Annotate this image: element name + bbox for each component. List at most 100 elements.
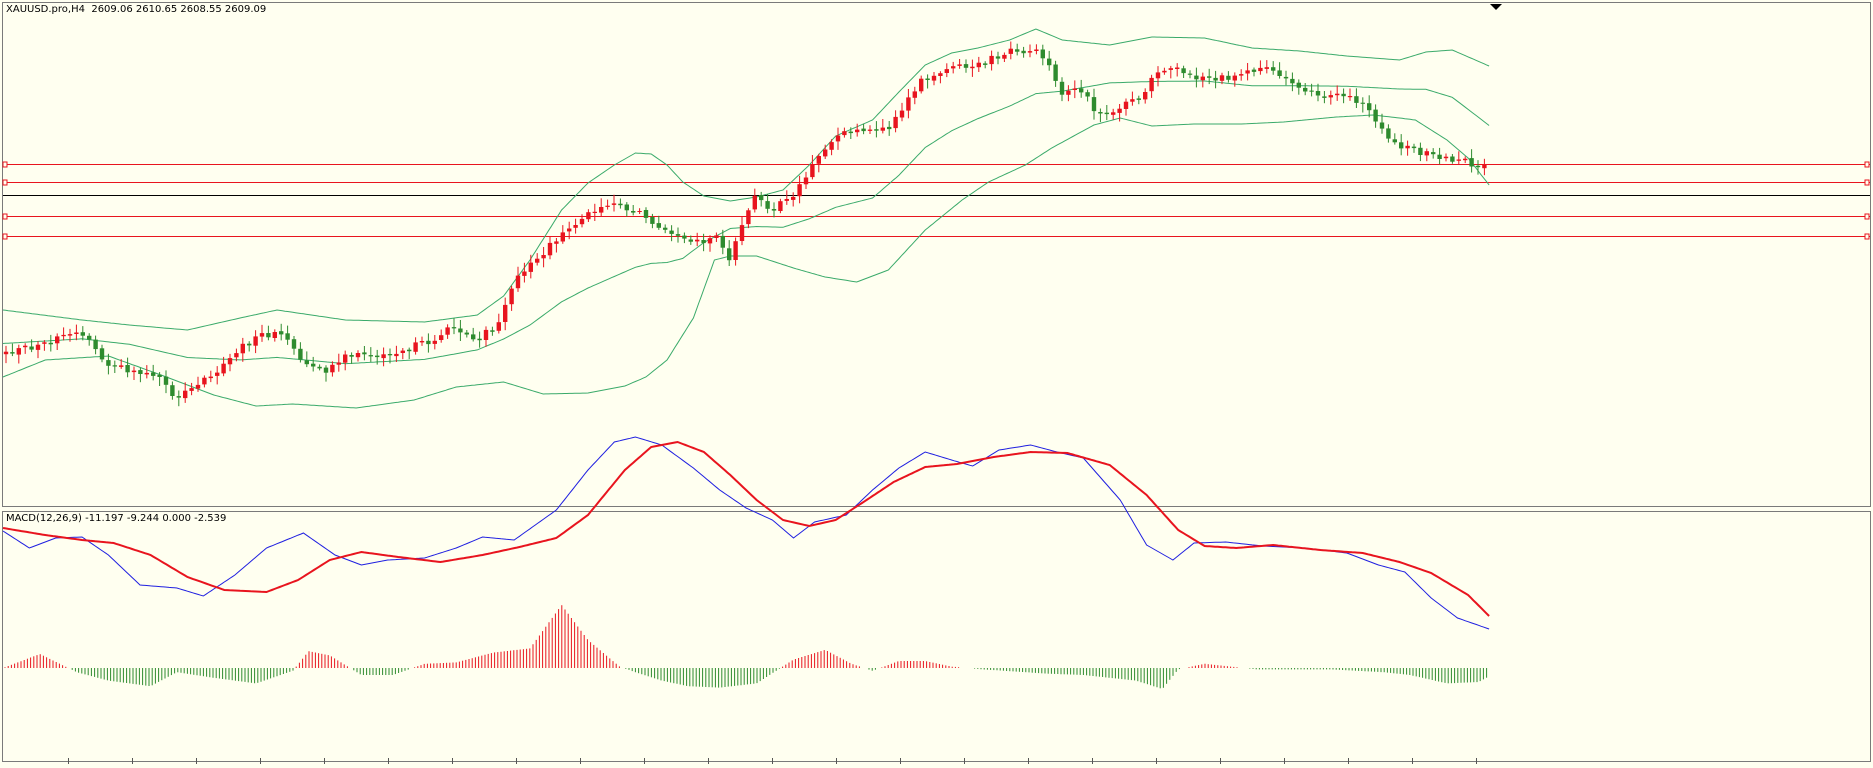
candle-bearish	[848, 131, 853, 134]
candle-bullish	[816, 156, 821, 164]
candle-bullish	[919, 78, 924, 92]
candle-bullish	[400, 350, 405, 353]
candle-bullish	[899, 110, 905, 118]
candle-bullish	[1456, 159, 1461, 161]
candle-bearish	[1322, 96, 1327, 98]
candle-bearish	[1091, 97, 1097, 112]
candle-bearish	[125, 365, 130, 373]
candle-bearish	[477, 338, 482, 341]
candle-bullish	[823, 149, 828, 157]
candle-bearish	[451, 327, 457, 329]
candle-bearish	[163, 376, 169, 385]
candle-bullish	[1066, 90, 1071, 95]
candle-bullish	[74, 332, 79, 334]
candle-bearish	[1251, 69, 1257, 72]
candle-bullish	[1405, 145, 1410, 149]
candle-bearish	[458, 328, 463, 333]
candle-bearish	[631, 211, 636, 213]
chart-canvas	[2, 2, 1871, 764]
candle-bearish	[1021, 50, 1026, 54]
candle-bullish	[221, 363, 226, 374]
candle-bullish	[599, 207, 604, 213]
candle-bearish	[1392, 139, 1397, 143]
candle-bearish	[170, 385, 175, 396]
candle-bearish	[176, 396, 181, 398]
candle-bearish	[861, 128, 866, 132]
candle-bullish	[797, 184, 802, 197]
candle-bullish	[1328, 95, 1333, 98]
candle-bearish	[675, 234, 681, 236]
candle-bullish	[23, 345, 28, 348]
candle-bearish	[1303, 87, 1308, 92]
candle-bullish	[1232, 75, 1237, 81]
candle-bearish	[1386, 128, 1391, 139]
candle-bullish	[131, 370, 137, 373]
candle-bearish	[727, 248, 732, 261]
candle-bearish	[663, 227, 668, 230]
candle-bearish	[618, 203, 623, 206]
candle-bullish	[579, 218, 585, 225]
price-panel-label: XAUUSD.pro,H4 2609.06 2610.65 2608.55 26…	[6, 4, 267, 15]
candle-bullish	[483, 329, 489, 340]
candle-bearish	[688, 239, 693, 242]
candle-bearish	[1283, 76, 1289, 79]
macd-lines	[2, 436, 1490, 630]
candle-bearish	[1411, 146, 1417, 149]
candle-bearish	[771, 209, 777, 211]
chart-window: XAUUSD.pro,H4 2609.06 2610.65 2608.55 26…	[0, 0, 1873, 764]
macd-panel[interactable]	[2, 511, 1871, 762]
candle-bearish	[48, 342, 53, 345]
candle-bullish	[541, 255, 546, 259]
candle-bullish	[970, 66, 975, 69]
candle-bearish	[112, 365, 117, 367]
candle-bullish	[119, 365, 124, 367]
candle-bullish	[586, 212, 591, 220]
level-line-handle-left	[2, 161, 8, 168]
candle-bullish	[976, 62, 981, 68]
candle-bullish	[336, 362, 341, 365]
candle-bullish	[1034, 49, 1039, 51]
candle-bullish	[445, 327, 450, 335]
candle-bearish	[1213, 77, 1218, 81]
candle-bullish	[515, 275, 521, 289]
candle-bearish	[1104, 112, 1109, 115]
candle-bullish	[1162, 70, 1167, 73]
candle-bearish	[407, 349, 412, 352]
level-line-handle-right	[1864, 213, 1870, 220]
candle-bullish	[554, 241, 559, 244]
candle-bullish	[61, 334, 66, 337]
candle-bullish	[906, 97, 911, 111]
candle-bearish	[1098, 112, 1103, 114]
candle-bearish	[624, 204, 629, 211]
candle-bearish	[1085, 92, 1090, 97]
candle-bearish	[99, 348, 105, 360]
candle-bearish	[701, 240, 706, 244]
candle-bearish	[1469, 158, 1474, 167]
candle-bullish	[535, 258, 540, 263]
candle-bearish	[387, 354, 393, 356]
shift-marker-icon[interactable]	[1490, 4, 1502, 10]
level-line-handle-left	[2, 233, 8, 240]
candle-bearish	[1271, 67, 1276, 71]
candle-bullish	[752, 195, 757, 210]
candle-bearish	[1194, 75, 1199, 80]
candle-bearish	[1379, 122, 1385, 129]
candle-bullish	[55, 336, 60, 344]
candle-bullish	[778, 201, 783, 211]
candle-bullish	[829, 142, 834, 150]
candle-bearish	[983, 63, 988, 65]
candle-bearish	[1277, 70, 1282, 76]
candle-bullish	[1219, 75, 1225, 81]
candle-bearish	[1418, 147, 1423, 155]
level-line-handle-left	[2, 179, 8, 186]
candle-bearish	[1309, 90, 1314, 92]
candle-bearish	[1437, 154, 1442, 159]
candle-bearish	[656, 223, 661, 228]
price-panel[interactable]	[2, 2, 1871, 507]
candle-bearish	[995, 56, 1001, 59]
candle-bullish	[733, 241, 738, 260]
candle-bullish	[1155, 72, 1161, 79]
candle-bullish	[1130, 99, 1135, 102]
candle-bearish	[1399, 142, 1404, 149]
bollinger-bands	[2, 28, 1490, 409]
